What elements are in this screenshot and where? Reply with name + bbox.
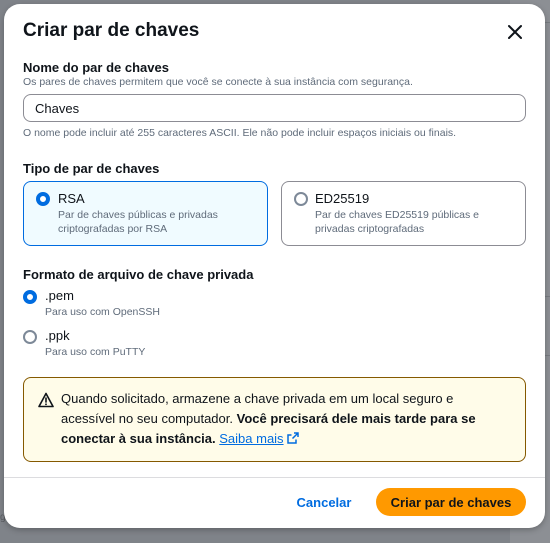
- key-name-description: Os pares de chaves permitem que você se …: [23, 76, 413, 88]
- key-name-label: Nome do par de chaves: [23, 60, 169, 75]
- alert-message: Quando solicitado, armazene a chave priv…: [61, 389, 511, 449]
- file-format-label: Formato de arquivo de chave privada: [23, 267, 254, 282]
- radio-button-pem[interactable]: [23, 290, 37, 304]
- option-ppk-title: .ppk: [45, 328, 70, 343]
- option-pem-title: .pem: [45, 288, 74, 303]
- cancel-button[interactable]: Cancelar: [286, 488, 362, 516]
- key-type-label: Tipo de par de chaves: [23, 161, 160, 176]
- footer-divider: [4, 477, 545, 478]
- radio-button-checked[interactable]: [36, 192, 50, 206]
- warning-alert: Quando solicitado, armazene a chave priv…: [23, 377, 526, 462]
- option-title: ED25519: [315, 191, 370, 206]
- warning-icon: [38, 392, 54, 408]
- create-key-pair-button[interactable]: Criar par de chaves: [376, 488, 526, 516]
- option-description: Par de chaves públicas e privadas cripto…: [58, 209, 218, 235]
- close-icon: [508, 25, 522, 39]
- option-description: Par de chaves ED25519 públicas e privada…: [315, 209, 480, 235]
- key-name-constraint: O nome pode incluir até 255 caracteres A…: [23, 127, 457, 139]
- option-title: RSA: [58, 191, 85, 206]
- dialog-title: Criar par de chaves: [23, 20, 200, 41]
- radio-button[interactable]: [294, 192, 308, 206]
- key-name-input[interactable]: [23, 94, 526, 122]
- option-pem-description: Para uso com OpenSSH: [45, 306, 160, 318]
- radio-button-ppk[interactable]: [23, 330, 37, 344]
- key-type-option-rsa[interactable]: RSA Par de chaves públicas e privadas cr…: [23, 181, 268, 246]
- learn-more-link[interactable]: Saiba mais: [219, 431, 299, 446]
- create-key-pair-dialog: Criar par de chaves Nome do par de chave…: [4, 4, 545, 528]
- option-ppk-description: Para uso com PuTTY: [45, 346, 146, 358]
- external-link-icon: [286, 432, 299, 444]
- close-button[interactable]: [505, 22, 525, 42]
- key-type-option-ed25519[interactable]: ED25519 Par de chaves ED25519 públicas e…: [281, 181, 526, 246]
